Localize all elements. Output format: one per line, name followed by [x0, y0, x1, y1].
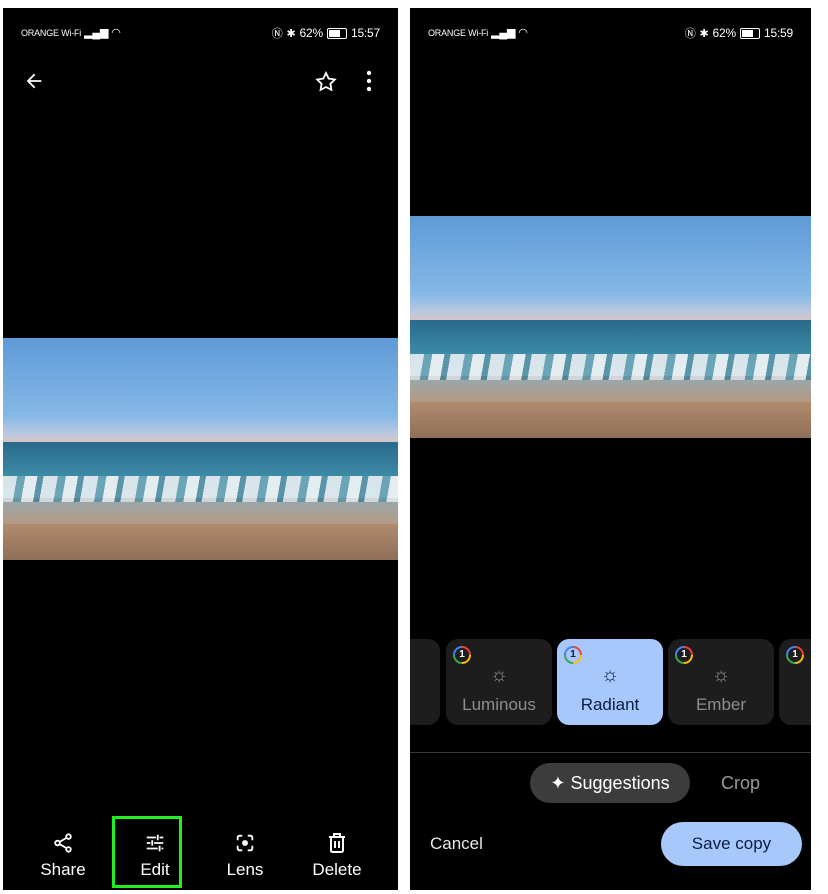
filter-radiant[interactable]: 1 ☼ Radiant: [557, 639, 663, 725]
filter-badge: 1: [453, 646, 471, 664]
nfc-icon: Ⓝ: [271, 28, 283, 40]
beach-photo[interactable]: [3, 338, 398, 560]
beach-photo-preview: [410, 216, 811, 438]
filter-label: Ember: [695, 695, 747, 714]
sparkle-icon: ✦: [550, 773, 566, 793]
bluetooth-icon: ✱: [286, 27, 296, 40]
filter-label: Radiant: [580, 695, 640, 714]
filter-label: Luminous: [462, 695, 536, 714]
star-outline-icon[interactable]: [314, 70, 338, 99]
clock: 15:57: [350, 26, 380, 40]
bluetooth-icon: ✱: [699, 27, 709, 40]
signal-icon: ▂▄▆: [491, 27, 516, 39]
wifi-icon: ◠: [518, 27, 528, 39]
share-button[interactable]: Share: [28, 832, 98, 880]
clock: 15:59: [763, 26, 793, 40]
carrier-label: ORANGE Wi-Fi: [428, 27, 489, 38]
cancel-button[interactable]: Cancel: [430, 834, 483, 854]
carrier-label: ORANGE Wi-Fi: [21, 27, 82, 38]
battery-percent: 62%: [299, 26, 324, 40]
sun-cloud-icon: ☼: [489, 664, 509, 686]
filter-carousel[interactable]: 1 ☼ Luminous 1 ☼ Radiant 1 ☼ Ember 1: [410, 639, 811, 725]
filter-ember[interactable]: 1 ☼ Ember: [668, 639, 774, 725]
photo-editor-screen: ORANGE Wi-Fi ▂▄▆ ◠ Ⓝ ✱ 62% 15:59 1 ☼ Lum…: [410, 8, 811, 890]
tab-suggestions-label: Suggestions: [570, 773, 670, 793]
filter-badge: 1: [564, 646, 582, 664]
battery-icon: [326, 27, 347, 39]
lens-icon: [210, 832, 280, 858]
share-label: Share: [40, 860, 86, 879]
arrow-left-icon[interactable]: [23, 70, 45, 97]
filter-badge: 1: [786, 646, 804, 664]
status-bar: ORANGE Wi-Fi ▂▄▆ ◠ Ⓝ ✱ 62% 15:57: [3, 8, 398, 52]
save-copy-button[interactable]: Save copy: [661, 822, 802, 866]
divider: [410, 752, 811, 753]
status-bar: ORANGE Wi-Fi ▂▄▆ ◠ Ⓝ ✱ 62% 15:59: [410, 8, 811, 52]
sun-cloud-icon: ☼: [711, 664, 731, 686]
more-vert-icon[interactable]: [365, 70, 373, 97]
photo-action-bar: Share Edit Lens Delete: [3, 810, 398, 890]
signal-icon: ▂▄▆: [84, 27, 109, 39]
wifi-icon: ◠: [111, 27, 121, 39]
tab-suggestions[interactable]: ✦ Suggestions: [530, 763, 690, 803]
edit-highlight-box: [112, 816, 182, 888]
photo-viewer-screen: ORANGE Wi-Fi ▂▄▆ ◠ Ⓝ ✱ 62% 15:57 Share E…: [3, 8, 398, 890]
battery-percent: 62%: [712, 26, 737, 40]
delete-label: Delete: [312, 860, 362, 879]
filter-card[interactable]: [410, 639, 440, 725]
share-icon: [28, 832, 98, 858]
nfc-icon: Ⓝ: [684, 28, 696, 40]
battery-icon: [739, 27, 760, 39]
lens-label: Lens: [226, 860, 264, 879]
lens-button[interactable]: Lens: [210, 832, 280, 880]
filter-badge: 1: [675, 646, 693, 664]
filter-card[interactable]: 1: [779, 639, 811, 725]
sun-cloud-icon: ☼: [600, 664, 620, 686]
delete-button[interactable]: Delete: [302, 832, 372, 880]
trash-icon: [302, 832, 372, 858]
tab-crop[interactable]: Crop: [721, 763, 760, 803]
filter-luminous[interactable]: 1 ☼ Luminous: [446, 639, 552, 725]
